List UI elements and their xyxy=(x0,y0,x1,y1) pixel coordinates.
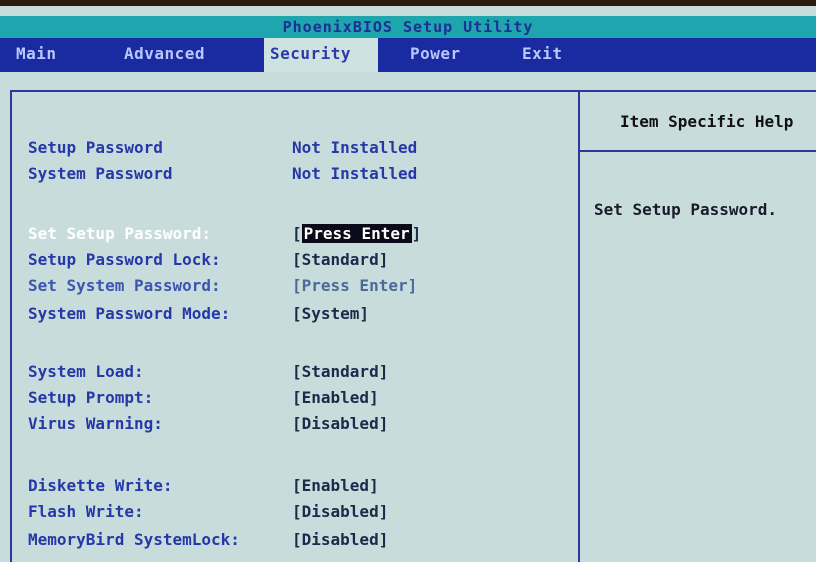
set-system-password-value[interactable]: [Press Enter] xyxy=(292,276,417,295)
setup-password-label: Setup Password xyxy=(28,138,163,157)
tab-advanced[interactable]: Advanced xyxy=(118,38,211,72)
tab-security[interactable]: Security xyxy=(264,38,378,72)
bracket-close: ] xyxy=(411,224,422,243)
setup-password-lock-value[interactable]: [Standard] xyxy=(292,250,388,269)
diskette-write-label: Diskette Write: xyxy=(28,476,173,495)
setup-prompt-label: Setup Prompt: xyxy=(28,388,154,407)
diskette-write-value[interactable]: [Enabled] xyxy=(292,476,379,495)
virus-warning-value[interactable]: [Disabled] xyxy=(292,414,388,433)
system-password-mode-value[interactable]: [System] xyxy=(292,304,369,323)
memorybird-systemlock-value[interactable]: [Disabled] xyxy=(292,530,388,549)
settings-panel: Setup Password Not Installed System Pass… xyxy=(10,90,580,562)
virus-warning-label: Virus Warning: xyxy=(28,414,163,433)
system-password-mode-label: System Password Mode: xyxy=(28,304,231,323)
bracket-open: [ xyxy=(292,224,302,243)
flash-write-label: Flash Write: xyxy=(28,502,144,521)
set-setup-password-label: Set Setup Password: xyxy=(28,224,212,243)
system-load-label: System Load: xyxy=(28,362,144,381)
setup-password-lock-label: Setup Password Lock: xyxy=(28,250,221,269)
press-enter-highlight[interactable]: Press Enter xyxy=(301,224,412,243)
system-password-label: System Password xyxy=(28,164,173,183)
flash-write-value[interactable]: [Disabled] xyxy=(292,502,388,521)
help-header: Item Specific Help xyxy=(578,92,816,152)
tab-main[interactable]: Main xyxy=(10,38,63,72)
window-title: PhoenixBIOS Setup Utility xyxy=(0,16,816,38)
set-setup-password-value[interactable]: [Press Enter] xyxy=(292,224,421,243)
set-system-password-label: Set System Password: xyxy=(28,276,221,295)
tab-power[interactable]: Power xyxy=(404,38,467,72)
tab-exit[interactable]: Exit xyxy=(516,38,569,72)
help-text: Set Setup Password. xyxy=(594,200,778,219)
menu-bar: Main Advanced Security Power Exit xyxy=(0,38,816,72)
bios-screen: PhoenixBIOS Setup Utility Main Advanced … xyxy=(0,6,816,562)
system-password-status: Not Installed xyxy=(292,164,418,183)
help-title: Item Specific Help xyxy=(620,112,794,131)
setup-password-status: Not Installed xyxy=(292,138,418,157)
help-panel: Item Specific Help Set Setup Password. xyxy=(578,90,816,562)
memorybird-systemlock-label: MemoryBird SystemLock: xyxy=(28,530,240,549)
setup-prompt-value[interactable]: [Enabled] xyxy=(292,388,379,407)
system-load-value[interactable]: [Standard] xyxy=(292,362,388,381)
